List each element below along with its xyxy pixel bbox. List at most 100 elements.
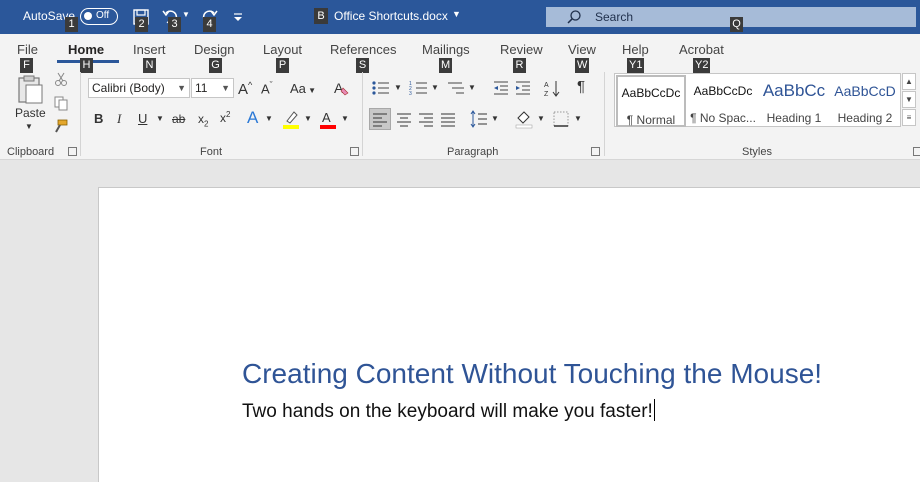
- sort-icon[interactable]: AZ: [543, 79, 561, 97]
- decrease-indent-icon[interactable]: [492, 80, 510, 96]
- shading-dropdown-icon[interactable]: ▼: [537, 114, 545, 123]
- separator: [80, 72, 81, 156]
- styles-launcher-icon[interactable]: [913, 147, 920, 156]
- keytip-layout: P: [276, 58, 289, 73]
- tab-review[interactable]: Review: [500, 42, 543, 57]
- keytip-references: S: [356, 58, 369, 73]
- bullets-icon[interactable]: [371, 80, 391, 96]
- grow-font-button[interactable]: A^: [238, 80, 252, 98]
- font-color-icon[interactable]: A: [319, 109, 337, 129]
- undo-dropdown-icon[interactable]: ▼: [182, 10, 190, 19]
- document-heading[interactable]: Creating Content Without Touching the Mo…: [242, 358, 822, 390]
- cut-icon[interactable]: [53, 71, 69, 87]
- style-name: Heading 1: [766, 111, 822, 125]
- document-body-line[interactable]: Two hands on the keyboard will make you …: [242, 399, 655, 423]
- keytip-review: R: [513, 58, 526, 73]
- clear-formatting-icon[interactable]: A: [333, 79, 351, 97]
- tab-design[interactable]: Design: [194, 42, 234, 57]
- paragraph-group-label: Paragraph: [447, 146, 499, 158]
- tab-file[interactable]: File: [17, 42, 38, 57]
- autosave-toggle[interactable]: Off: [80, 8, 118, 25]
- title-dropdown-icon[interactable]: ▼: [452, 9, 461, 19]
- copy-icon[interactable]: [53, 95, 69, 111]
- separator: [604, 72, 605, 156]
- document-page[interactable]: Creating Content Without Touching the Mo…: [98, 187, 920, 482]
- font-color-dropdown-icon[interactable]: ▼: [341, 114, 349, 123]
- font-size-value: 11: [195, 81, 208, 95]
- numbering-dropdown-icon[interactable]: ▼: [431, 83, 439, 92]
- tab-mailings[interactable]: Mailings: [422, 42, 470, 57]
- bullets-dropdown-icon[interactable]: ▼: [394, 83, 402, 92]
- borders-dropdown-icon[interactable]: ▼: [574, 114, 582, 123]
- style-no-spacing[interactable]: AaBbCcDc ¶ No Spac...: [688, 75, 758, 127]
- keytip-home: H: [80, 58, 93, 73]
- tab-references[interactable]: References: [330, 42, 396, 57]
- styles-more-icon[interactable]: ≡: [902, 109, 916, 126]
- line-spacing-icon[interactable]: [469, 109, 489, 129]
- format-painter-icon[interactable]: [53, 118, 69, 134]
- strikethrough-button[interactable]: ab: [172, 112, 185, 126]
- svg-text:A: A: [544, 82, 549, 89]
- styles-group-label: Styles: [742, 146, 772, 158]
- shading-icon[interactable]: [514, 109, 534, 129]
- borders-icon[interactable]: [551, 109, 571, 129]
- tab-acrobat[interactable]: Acrobat: [679, 42, 724, 57]
- text-effects-button[interactable]: A: [247, 108, 258, 128]
- bold-button[interactable]: B: [94, 111, 103, 126]
- paste-button[interactable]: Paste: [15, 106, 46, 120]
- autosave-state: Off: [96, 10, 110, 21]
- justify-icon[interactable]: [438, 109, 458, 129]
- title-bar: AutoSave Off 1 2 ▼ 3 4 B Office Shortcut…: [0, 0, 920, 34]
- subscript-button[interactable]: x2: [198, 112, 208, 128]
- tab-layout[interactable]: Layout: [263, 42, 302, 57]
- clipboard-group-label: Clipboard: [7, 146, 55, 158]
- styles-gallery: AaBbCcDc ¶ Normal AaBbCcDc ¶ No Spac... …: [614, 73, 901, 127]
- tab-home[interactable]: Home: [68, 42, 104, 57]
- paragraph-launcher-icon[interactable]: [591, 147, 600, 156]
- document-title[interactable]: Office Shortcuts.docx: [334, 9, 448, 23]
- font-name-dropdown[interactable]: Calibri (Body) ▼: [88, 78, 190, 98]
- align-left-icon[interactable]: [369, 108, 391, 130]
- tab-insert[interactable]: Insert: [133, 42, 166, 57]
- clipboard-launcher-icon[interactable]: [68, 147, 77, 156]
- styles-scroll-up-icon[interactable]: ▲: [902, 73, 916, 90]
- line-spacing-dropdown-icon[interactable]: ▼: [491, 114, 499, 123]
- superscript-button[interactable]: x2: [220, 110, 230, 125]
- styles-scroll-down-icon[interactable]: ▼: [902, 91, 916, 108]
- increase-indent-icon[interactable]: [514, 80, 532, 96]
- show-formatting-button[interactable]: ¶: [577, 78, 585, 95]
- underline-button[interactable]: U: [138, 111, 147, 126]
- font-name-value: Calibri (Body): [92, 81, 165, 95]
- style-normal[interactable]: AaBbCcDc ¶ Normal: [616, 75, 686, 127]
- paste-dropdown-icon[interactable]: ▼: [25, 122, 33, 131]
- tab-view[interactable]: View: [568, 42, 596, 57]
- style-name: ¶ No Spac...: [690, 111, 756, 125]
- numbering-icon[interactable]: 123: [409, 80, 429, 96]
- customize-qat-icon[interactable]: [229, 7, 249, 27]
- paste-icon[interactable]: [14, 74, 46, 106]
- toggle-knob: [84, 12, 92, 20]
- tab-help[interactable]: Help: [622, 42, 649, 57]
- multilevel-list-icon[interactable]: [446, 80, 466, 96]
- align-right-icon[interactable]: [416, 109, 436, 129]
- highlight-dropdown-icon[interactable]: ▼: [304, 114, 312, 123]
- align-center-icon[interactable]: [394, 109, 414, 129]
- italic-button[interactable]: I: [117, 111, 121, 127]
- style-heading-1[interactable]: AaBbCc Heading 1: [759, 75, 829, 127]
- chevron-down-icon: ▼: [177, 83, 186, 93]
- shrink-font-button[interactable]: Aˇ: [261, 80, 273, 96]
- highlight-icon[interactable]: [282, 109, 300, 129]
- change-case-label: Aa: [290, 81, 306, 96]
- text-effects-dropdown-icon[interactable]: ▼: [265, 114, 273, 123]
- style-preview: AaBbCc: [762, 81, 826, 100]
- font-launcher-icon[interactable]: [350, 147, 359, 156]
- keytip-search: Q: [730, 17, 743, 32]
- style-preview: AaBbCcD: [834, 83, 896, 99]
- style-name: Heading 2: [837, 111, 893, 125]
- multilevel-dropdown-icon[interactable]: ▼: [468, 83, 476, 92]
- style-heading-2[interactable]: AaBbCcD Heading 2: [830, 75, 900, 127]
- keytip-2: 2: [135, 17, 148, 32]
- font-size-dropdown[interactable]: 11 ▼: [191, 78, 234, 98]
- change-case-button[interactable]: Aa ▼: [290, 81, 316, 96]
- underline-dropdown-icon[interactable]: ▼: [156, 114, 164, 123]
